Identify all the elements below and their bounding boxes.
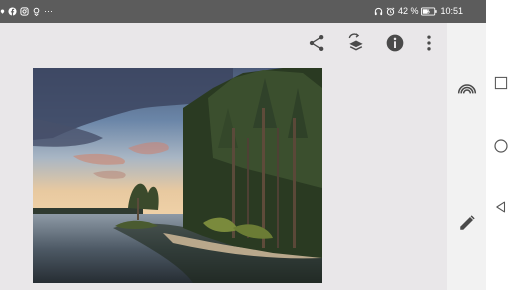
more-notifications-icon: ···: [44, 6, 53, 16]
more-options-button[interactable]: [417, 31, 441, 55]
headphones-icon: [374, 7, 383, 15]
photo-viewer: [0, 23, 447, 290]
clock: 10:51: [440, 6, 463, 16]
pencil-icon: [460, 215, 475, 230]
recent-apps-button[interactable]: [491, 73, 511, 93]
side-panel: [447, 23, 486, 290]
location-icon: [0, 9, 5, 14]
alarm-icon: [386, 7, 395, 16]
home-button[interactable]: [491, 136, 511, 156]
navigation-bar: [486, 0, 516, 290]
recent-apps-icon: [494, 76, 508, 90]
info-button[interactable]: [383, 31, 407, 55]
share-button[interactable]: [305, 31, 329, 55]
share-icon: [309, 35, 324, 51]
edit-layers-button[interactable]: [344, 31, 368, 55]
landscape-photo[interactable]: [33, 68, 322, 283]
back-icon: [496, 201, 506, 213]
info-icon: [386, 34, 404, 52]
instagram-icon: [20, 6, 29, 16]
edit-button[interactable]: [454, 210, 480, 236]
back-button[interactable]: [491, 197, 511, 217]
screen: ··· 42 % 10:51: [0, 0, 516, 290]
status-bar: ··· 42 % 10:51: [0, 0, 486, 23]
rainbow-icon: [457, 84, 477, 94]
battery-icon: [421, 7, 438, 15]
edit-layers-icon: [348, 33, 363, 51]
more-options-icon: [427, 35, 431, 51]
rainbow-button[interactable]: [454, 77, 480, 103]
maps-pin-icon: [33, 7, 40, 16]
facebook-icon: [8, 6, 17, 16]
status-right-icons: 42 % 10:51: [374, 5, 463, 17]
home-icon: [494, 139, 508, 153]
battery-percent: 42 %: [397, 6, 419, 16]
status-left-icons: ···: [0, 5, 53, 17]
lake-forest-image: [33, 68, 322, 283]
